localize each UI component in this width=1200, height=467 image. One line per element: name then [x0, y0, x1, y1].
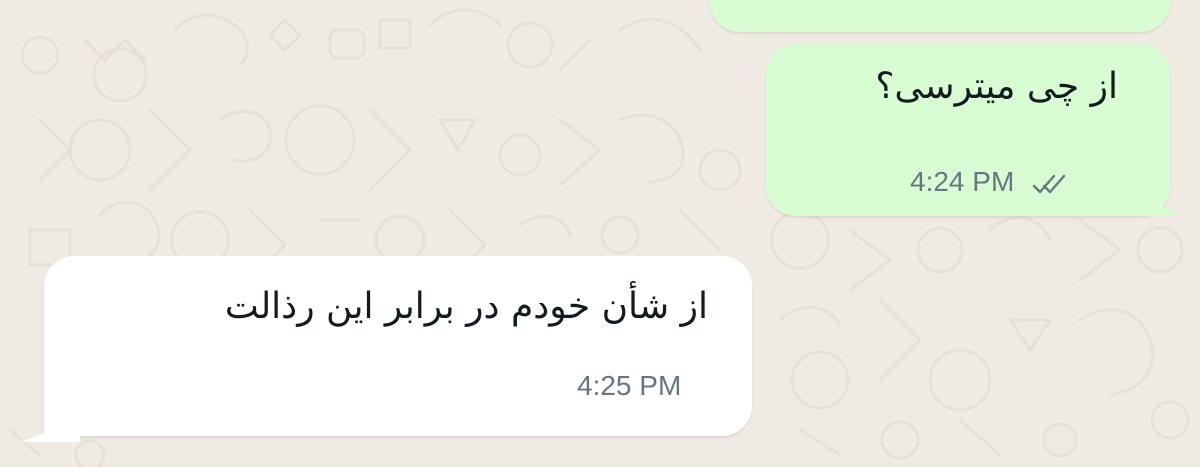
incoming-message-text: از شأن خودم در برابر این رذالت [224, 286, 708, 327]
double-check-icon [1032, 174, 1066, 193]
incoming-message-time: 4:25 PM [577, 370, 682, 401]
previous-outgoing-message-bubble[interactable] [710, 0, 1170, 32]
outgoing-bubble-tail [1134, 182, 1180, 216]
outgoing-message-text: از چی میترسی؟ [875, 66, 1118, 107]
outgoing-message-time: 4:24 PM [910, 166, 1015, 197]
previous-message-meta-cut [1040, 0, 1130, 12]
outgoing-message-meta: 4:24 PM [910, 166, 1066, 198]
incoming-message-bubble[interactable] [44, 256, 752, 436]
incoming-bubble-tail [20, 396, 80, 442]
